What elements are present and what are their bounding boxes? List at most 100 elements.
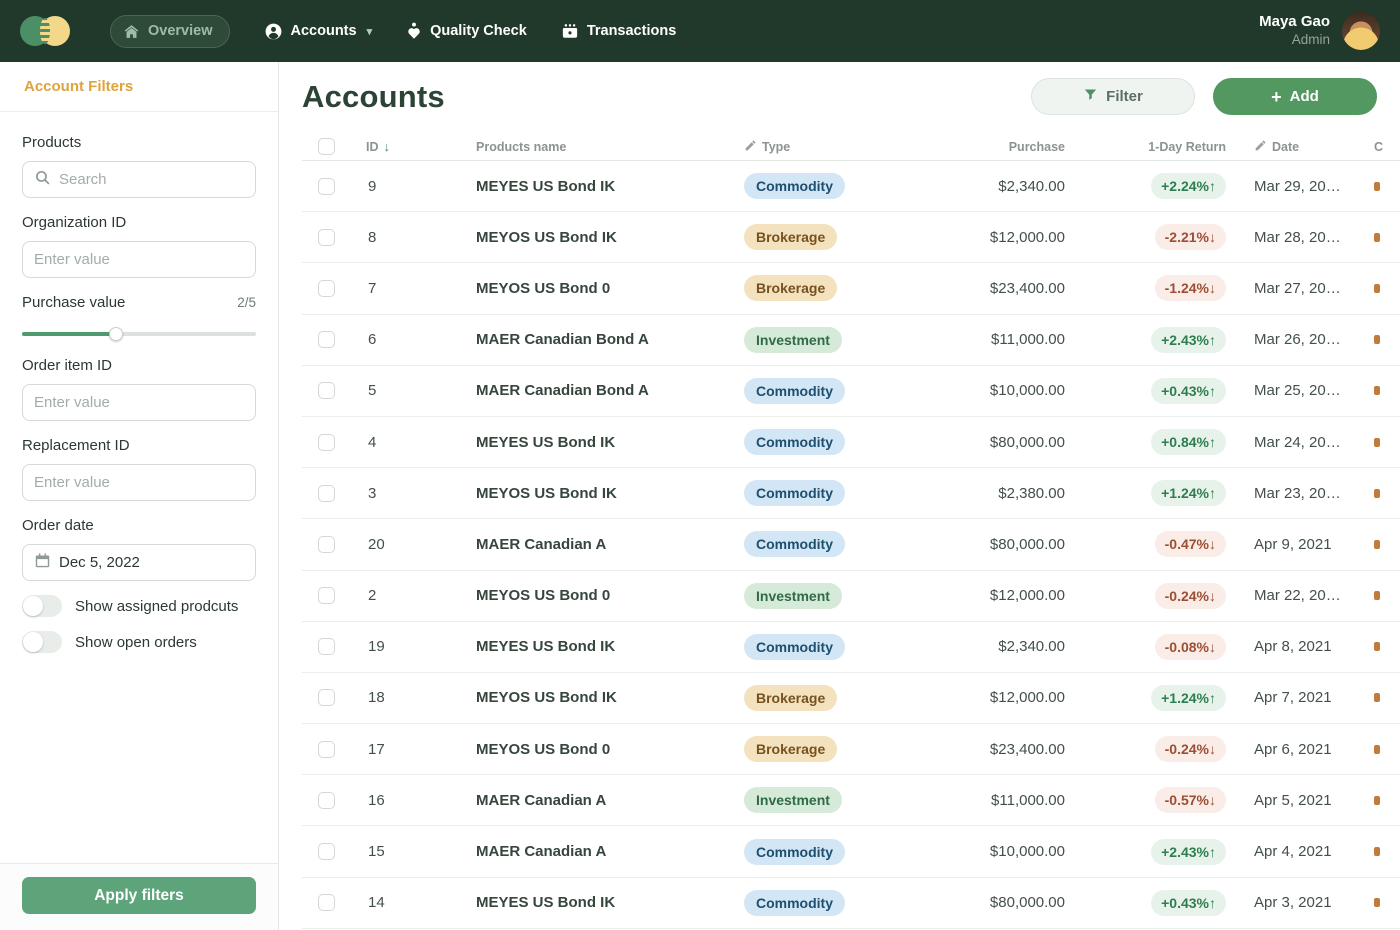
return-badge: -0.57%↓ bbox=[1155, 787, 1226, 813]
column-header-clipped[interactable]: C bbox=[1346, 140, 1400, 154]
table-row[interactable]: 9 MEYES US Bond IK Commodity $2,340.00 +… bbox=[302, 161, 1400, 212]
row-checkbox[interactable] bbox=[318, 485, 335, 502]
cell-purchase: $2,340.00 bbox=[974, 178, 1065, 195]
type-badge: Investment bbox=[744, 787, 842, 813]
filters-sidebar: Account Filters Products Search Organiza… bbox=[0, 62, 279, 930]
row-checkbox[interactable] bbox=[318, 843, 335, 860]
row-checkbox[interactable] bbox=[318, 587, 335, 604]
cell-product-name: MEYES US Bond IK bbox=[476, 894, 744, 911]
app-logo[interactable] bbox=[20, 14, 74, 48]
table-row[interactable]: 8 MEYOS US Bond IK Brokerage $12,000.00 … bbox=[302, 212, 1400, 263]
cell-date: Apr 5, 2021 bbox=[1226, 792, 1346, 809]
cell-date: Apr 8, 2021 bbox=[1226, 638, 1346, 655]
cell-id: 15 bbox=[366, 843, 476, 860]
table-row[interactable]: 19 MEYES US Bond IK Commodity $2,340.00 … bbox=[302, 622, 1400, 673]
cell-date: Mar 28, 20… bbox=[1226, 229, 1346, 246]
row-checkbox[interactable] bbox=[318, 689, 335, 706]
type-badge: Commodity bbox=[744, 890, 845, 916]
table-row[interactable]: 17 MEYOS US Bond 0 Brokerage $23,400.00 … bbox=[302, 724, 1400, 775]
table-row[interactable]: 16 MAER Canadian A Investment $11,000.00… bbox=[302, 775, 1400, 826]
column-label: Date bbox=[1272, 140, 1299, 154]
table-row[interactable]: 14 MEYES US Bond IK Commodity $80,000.00… bbox=[302, 878, 1400, 929]
user-menu[interactable]: Maya Gao Admin bbox=[1259, 12, 1380, 50]
row-checkbox[interactable] bbox=[318, 536, 335, 553]
cell-product-name: MAER Canadian A bbox=[476, 843, 744, 860]
row-checkbox[interactable] bbox=[318, 894, 335, 911]
apply-filters-button[interactable]: Apply filters bbox=[22, 877, 256, 914]
nav-item-transactions[interactable]: Transactions bbox=[561, 22, 676, 40]
row-checkbox[interactable] bbox=[318, 382, 335, 399]
table-row[interactable]: 4 MEYES US Bond IK Commodity $80,000.00 … bbox=[302, 417, 1400, 468]
org-id-label: Organization ID bbox=[22, 214, 256, 231]
row-checkbox[interactable] bbox=[318, 178, 335, 195]
cell-id: 5 bbox=[366, 382, 476, 399]
cell-id: 9 bbox=[366, 178, 476, 195]
top-navbar: Overview Accounts ▾ Quality Check Transa… bbox=[0, 0, 1400, 62]
slider-fill bbox=[22, 332, 116, 336]
column-header-products-name[interactable]: Products name bbox=[476, 140, 744, 154]
row-checkbox[interactable] bbox=[318, 741, 335, 758]
add-button[interactable]: + Add bbox=[1213, 78, 1377, 115]
order-item-input[interactable]: Enter value bbox=[22, 384, 256, 421]
table-row[interactable]: 5 MAER Canadian Bond A Commodity $10,000… bbox=[302, 366, 1400, 417]
clipped-status-mark bbox=[1374, 847, 1380, 856]
cell-product-name: MEYOS US Bond IK bbox=[476, 689, 744, 706]
cell-purchase: $80,000.00 bbox=[974, 536, 1065, 553]
nav-item-accounts[interactable]: Accounts ▾ bbox=[264, 22, 373, 41]
column-header-date[interactable]: Date bbox=[1226, 139, 1346, 155]
toggle-label: Show open orders bbox=[75, 634, 197, 651]
products-search-input[interactable]: Search bbox=[22, 161, 256, 198]
column-header-1day-return[interactable]: 1-Day Return bbox=[1065, 140, 1226, 154]
nav-items: Overview Accounts ▾ Quality Check Transa… bbox=[110, 15, 676, 48]
table-row[interactable]: 18 MEYOS US Bond IK Brokerage $12,000.00… bbox=[302, 673, 1400, 724]
avatar[interactable] bbox=[1342, 12, 1380, 50]
nav-item-label: Overview bbox=[148, 23, 213, 39]
toggle-label: Show assigned prodcuts bbox=[75, 598, 238, 615]
column-header-purchase[interactable]: Purchase bbox=[974, 140, 1065, 154]
slider-thumb[interactable] bbox=[109, 327, 123, 341]
cell-product-name: MEYES US Bond IK bbox=[476, 434, 744, 451]
column-label: C bbox=[1374, 140, 1383, 154]
row-checkbox[interactable] bbox=[318, 229, 335, 246]
return-badge: +2.24%↑ bbox=[1151, 173, 1226, 199]
clipped-status-mark bbox=[1374, 335, 1380, 344]
nav-item-quality-check[interactable]: Quality Check bbox=[406, 22, 527, 40]
org-id-input[interactable]: Enter value bbox=[22, 241, 256, 278]
clipped-status-mark bbox=[1374, 796, 1380, 805]
column-header-id[interactable]: ID ↓ bbox=[366, 139, 476, 154]
header-select-all[interactable] bbox=[302, 138, 366, 155]
column-header-type[interactable]: Type bbox=[744, 139, 974, 155]
clipped-status-mark bbox=[1374, 642, 1380, 651]
row-checkbox[interactable] bbox=[318, 434, 335, 451]
select-all-checkbox[interactable] bbox=[318, 138, 335, 155]
chevron-down-icon: ▾ bbox=[367, 25, 373, 38]
table-row[interactable]: 3 MEYOS US Bond IK Commodity $2,380.00 +… bbox=[302, 468, 1400, 519]
row-checkbox[interactable] bbox=[318, 792, 335, 809]
nav-item-overview[interactable]: Overview bbox=[110, 15, 230, 48]
calendar-icon bbox=[34, 552, 51, 574]
cell-date: Mar 29, 20… bbox=[1226, 178, 1346, 195]
order-date-input[interactable]: Dec 5, 2022 bbox=[22, 544, 256, 581]
row-checkbox[interactable] bbox=[318, 280, 335, 297]
column-label: Purchase bbox=[1009, 140, 1065, 154]
cell-id: 17 bbox=[366, 741, 476, 758]
table-row[interactable]: 20 MAER Canadian A Commodity $80,000.00 … bbox=[302, 519, 1400, 570]
add-button-label: Add bbox=[1290, 88, 1319, 105]
show-assigned-products-toggle[interactable] bbox=[22, 595, 62, 617]
replacement-placeholder: Enter value bbox=[34, 474, 110, 491]
table-row[interactable]: 15 MAER Canadian A Commodity $10,000.00 … bbox=[302, 826, 1400, 877]
return-badge: +0.84%↑ bbox=[1151, 429, 1226, 455]
table-row[interactable]: 6 MAER Canadian Bond A Investment $11,00… bbox=[302, 315, 1400, 366]
filter-button[interactable]: Filter bbox=[1031, 78, 1195, 115]
cell-purchase: $10,000.00 bbox=[974, 843, 1065, 860]
cell-product-name: MEYOS US Bond 0 bbox=[476, 741, 744, 758]
shop-icon bbox=[561, 22, 579, 40]
purchase-value-slider[interactable] bbox=[22, 327, 256, 341]
show-open-orders-toggle[interactable] bbox=[22, 631, 62, 653]
user-name: Maya Gao bbox=[1259, 13, 1330, 32]
row-checkbox[interactable] bbox=[318, 331, 335, 348]
table-row[interactable]: 7 MEYOS US Bond 0 Brokerage $23,400.00 -… bbox=[302, 263, 1400, 314]
table-row[interactable]: 2 MEYOS US Bond 0 Investment $12,000.00 … bbox=[302, 571, 1400, 622]
row-checkbox[interactable] bbox=[318, 638, 335, 655]
replacement-input[interactable]: Enter value bbox=[22, 464, 256, 501]
